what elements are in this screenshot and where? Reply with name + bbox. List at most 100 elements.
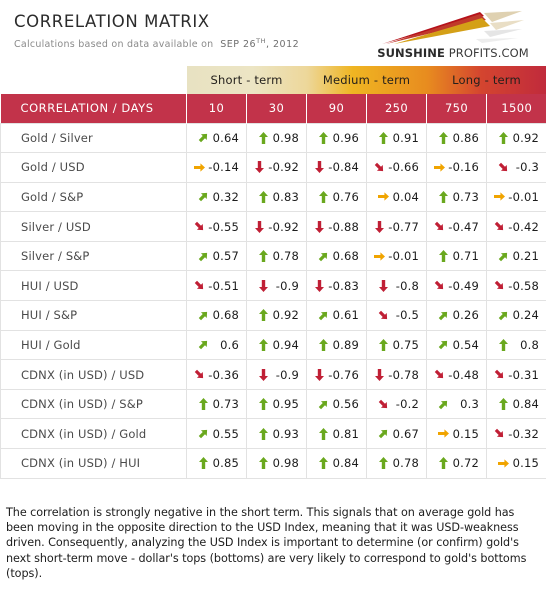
cell-content: 0.84: [492, 390, 539, 419]
header-days-250[interactable]: 250: [366, 94, 428, 123]
correlation-cell[interactable]: 0.15: [486, 448, 546, 479]
correlation-cell[interactable]: 0.94: [245, 329, 308, 361]
cell-content: 0.84: [312, 449, 359, 478]
cell-content: -0.14: [192, 153, 239, 182]
header-days-1500[interactable]: 1500: [486, 94, 546, 123]
correlation-cell[interactable]: -0.14: [186, 152, 247, 183]
correlation-cell[interactable]: 0.15: [426, 418, 488, 450]
correlation-cell[interactable]: 0.95: [245, 388, 308, 420]
correlation-cell[interactable]: 0.67: [366, 418, 428, 450]
correlation-cell[interactable]: -0.3: [486, 152, 546, 183]
correlation-value: 0.91: [392, 130, 420, 145]
correlation-value: -0.36: [208, 367, 239, 382]
correlation-cell[interactable]: -0.36: [186, 359, 247, 390]
correlation-cell[interactable]: 0.26: [426, 300, 488, 331]
correlation-cell[interactable]: 0.64: [186, 122, 247, 154]
correlation-cell[interactable]: -0.84: [306, 152, 368, 183]
correlation-cell[interactable]: 0.68: [186, 300, 247, 331]
cell-content: 0.76: [312, 183, 359, 212]
correlation-cell[interactable]: 0.21: [486, 240, 546, 272]
correlation-cell[interactable]: 0.76: [306, 181, 368, 213]
correlation-value: 0.86: [452, 130, 480, 145]
table-row: Silver / S&P 0.57 0.78 0.68 -0.01 0.71 0.21: [0, 240, 546, 272]
correlation-cell[interactable]: 0.71: [426, 240, 488, 272]
correlation-cell[interactable]: -0.88: [306, 211, 368, 242]
correlation-cell[interactable]: -0.9: [245, 270, 308, 302]
correlation-cell[interactable]: -0.58: [486, 270, 546, 302]
correlation-cell[interactable]: 0.57: [186, 240, 247, 272]
correlation-cell[interactable]: -0.49: [426, 270, 488, 302]
correlation-cell[interactable]: 0.6: [186, 329, 247, 361]
correlation-cell[interactable]: 0.54: [426, 329, 488, 361]
arrow-up-right-icon: [498, 309, 509, 322]
correlation-cell[interactable]: 0.85: [186, 448, 247, 479]
header-days-30[interactable]: 30: [245, 94, 308, 123]
arrow-down-right-icon: [194, 220, 205, 233]
correlation-cell[interactable]: 0.68: [306, 240, 368, 272]
correlation-cell[interactable]: 0.8: [486, 329, 546, 361]
correlation-cell[interactable]: -0.48: [426, 359, 488, 390]
sunshine-profits-logo: SUNSHINE PROFITS.COM: [372, 10, 534, 60]
cell-content: 0.55: [192, 419, 239, 448]
arrow-right-icon: [494, 190, 506, 203]
correlation-cell[interactable]: -0.51: [186, 270, 247, 302]
correlation-cell[interactable]: -0.31: [486, 359, 546, 390]
correlation-value: -0.84: [328, 160, 360, 175]
correlation-cell[interactable]: 0.24: [486, 300, 546, 331]
correlation-cell[interactable]: 0.96: [306, 122, 368, 154]
arrow-up-icon: [498, 131, 509, 144]
correlation-cell[interactable]: -0.16: [426, 152, 488, 183]
term-short-label: Short - term: [186, 66, 307, 94]
header-days-90[interactable]: 90: [306, 94, 368, 123]
correlation-cell[interactable]: 0.78: [245, 240, 308, 272]
correlation-cell[interactable]: -0.83: [306, 270, 368, 302]
correlation-cell[interactable]: 0.73: [186, 388, 247, 420]
header-days-10[interactable]: 10: [186, 94, 247, 123]
correlation-cell[interactable]: 0.92: [245, 300, 308, 331]
correlation-cell[interactable]: 0.84: [306, 448, 368, 479]
correlation-cell[interactable]: 0.75: [366, 329, 428, 361]
cell-content: 0.93: [252, 419, 299, 448]
correlation-cell[interactable]: 0.84: [486, 388, 546, 420]
correlation-cell[interactable]: 0.86: [426, 122, 488, 154]
correlation-cell[interactable]: 0.83: [245, 181, 308, 213]
correlation-cell[interactable]: -0.01: [486, 181, 546, 213]
correlation-cell[interactable]: -0.9: [245, 359, 308, 390]
correlation-cell[interactable]: 0.04: [366, 181, 428, 213]
correlation-cell[interactable]: 0.32: [186, 181, 247, 213]
correlation-cell[interactable]: -0.42: [486, 211, 546, 242]
correlation-cell[interactable]: 0.98: [245, 122, 308, 154]
correlation-cell[interactable]: 0.81: [306, 418, 368, 450]
correlation-cell[interactable]: 0.61: [306, 300, 368, 331]
correlation-cell[interactable]: -0.77: [366, 211, 428, 242]
correlation-cell[interactable]: -0.55: [186, 211, 247, 242]
correlation-cell[interactable]: -0.92: [245, 211, 308, 242]
correlation-cell[interactable]: -0.5: [366, 300, 428, 331]
correlation-cell[interactable]: -0.2: [366, 388, 428, 420]
correlation-cell[interactable]: -0.66: [366, 152, 428, 183]
correlation-cell[interactable]: -0.92: [245, 152, 308, 183]
correlation-cell[interactable]: -0.76: [306, 359, 368, 390]
arrow-up-icon: [318, 338, 329, 351]
correlation-cell[interactable]: 0.55: [186, 418, 247, 450]
arrow-up-icon: [318, 427, 329, 440]
correlation-cell[interactable]: -0.32: [486, 418, 546, 450]
correlation-cell[interactable]: 0.92: [486, 122, 546, 154]
cell-content: -0.55: [192, 212, 239, 241]
correlation-cell[interactable]: 0.72: [426, 448, 488, 479]
correlation-cell[interactable]: -0.47: [426, 211, 488, 242]
header-days-750[interactable]: 750: [426, 94, 488, 123]
correlation-cell[interactable]: 0.98: [245, 448, 308, 479]
cell-content: -0.2: [372, 390, 419, 419]
correlation-cell[interactable]: 0.91: [366, 122, 428, 154]
correlation-cell[interactable]: -0.01: [366, 240, 428, 272]
correlation-cell[interactable]: 0.56: [306, 388, 368, 420]
correlation-cell[interactable]: 0.93: [245, 418, 308, 450]
correlation-cell[interactable]: -0.8: [366, 270, 428, 302]
correlation-cell[interactable]: -0.78: [366, 359, 428, 390]
correlation-cell[interactable]: 0.89: [306, 329, 368, 361]
correlation-cell[interactable]: 0.73: [426, 181, 488, 213]
correlation-cell[interactable]: 0.78: [366, 448, 428, 479]
correlation-cell[interactable]: 0.3: [426, 388, 488, 420]
cell-content: 0.8: [492, 331, 539, 360]
